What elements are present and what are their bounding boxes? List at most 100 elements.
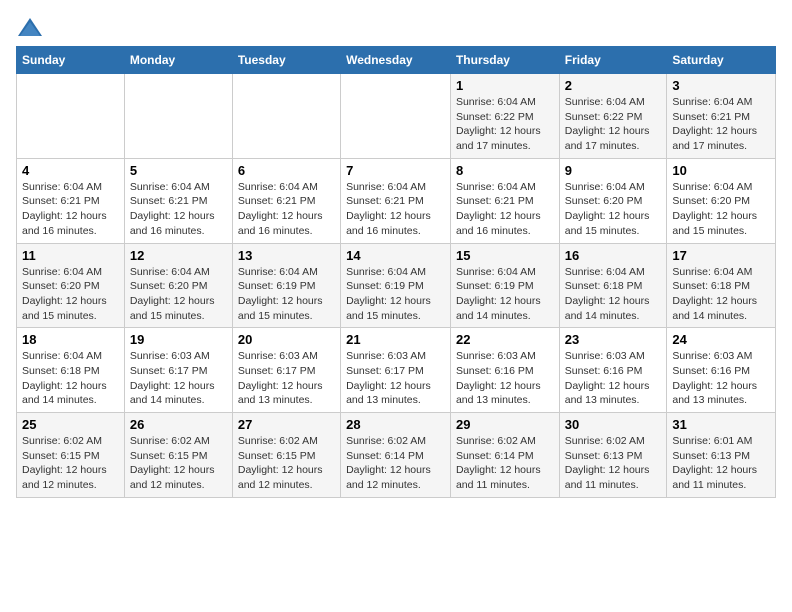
day-info: Sunrise: 6:01 AM Sunset: 6:13 PM Dayligh… bbox=[672, 434, 770, 493]
calendar-cell: 25 Sunrise: 6:02 AM Sunset: 6:15 PM Dayli… bbox=[17, 413, 125, 498]
calendar-cell: 1Sunrise: 6:04 AM Sunset: 6:22 PM Daylig… bbox=[450, 74, 559, 159]
header-wednesday: Wednesday bbox=[341, 47, 451, 74]
week-row-1: 1 Sunrise: 6:04 AM Sunset: 6:22 PM Daylig… bbox=[17, 74, 776, 159]
calendar-cell: 22 Sunrise: 6:03 AM Sunset: 6:16 PM Dayli… bbox=[450, 328, 559, 413]
header-thursday: Thursday bbox=[450, 47, 559, 74]
calendar-cell: 14 Sunrise: 6:04 AM Sunset: 6:19 PM Dayli… bbox=[341, 243, 451, 328]
day-number: 14 bbox=[346, 248, 445, 263]
day-number: 29 bbox=[456, 417, 554, 432]
week-row-3: 11 Sunrise: 6:04 AM Sunset: 6:20 PM Dayli… bbox=[17, 243, 776, 328]
day-number: 3 bbox=[672, 78, 770, 93]
day-number: 7 bbox=[346, 163, 445, 178]
calendar-cell: 12Sunrise: 6:04 AM Sunset: 6:20 PM Dayli… bbox=[124, 243, 232, 328]
calendar-cell: 13Sunrise: 6:04 AM Sunset: 6:19 PM Dayli… bbox=[232, 243, 340, 328]
header bbox=[16, 16, 776, 38]
day-info: Sunrise: 6:03 AM Sunset: 6:17 PM Dayligh… bbox=[238, 349, 335, 408]
day-number: 15 bbox=[456, 248, 554, 263]
day-number: 10 bbox=[672, 163, 770, 178]
day-number: 27 bbox=[238, 417, 335, 432]
day-info: Sunrise: 6:04 AM Sunset: 6:21 PM Dayligh… bbox=[130, 180, 227, 239]
calendar-cell: 17 Sunrise: 6:04 AM Sunset: 6:18 PM Dayli… bbox=[667, 243, 776, 328]
calendar-cell: 26Sunrise: 6:02 AM Sunset: 6:15 PM Dayli… bbox=[124, 413, 232, 498]
day-info: Sunrise: 6:03 AM Sunset: 6:17 PM Dayligh… bbox=[346, 349, 445, 408]
calendar-cell: 28 Sunrise: 6:02 AM Sunset: 6:14 PM Dayli… bbox=[341, 413, 451, 498]
calendar-cell bbox=[341, 74, 451, 159]
day-info: Sunrise: 6:02 AM Sunset: 6:15 PM Dayligh… bbox=[130, 434, 227, 493]
logo bbox=[16, 16, 48, 38]
day-number: 11 bbox=[22, 248, 119, 263]
day-number: 18 bbox=[22, 332, 119, 347]
day-number: 6 bbox=[238, 163, 335, 178]
day-info: Sunrise: 6:02 AM Sunset: 6:15 PM Dayligh… bbox=[22, 434, 119, 493]
day-info: Sunrise: 6:04 AM Sunset: 6:19 PM Dayligh… bbox=[238, 265, 335, 324]
calendar-cell: 9 Sunrise: 6:04 AM Sunset: 6:20 PM Daylig… bbox=[559, 158, 667, 243]
day-info: Sunrise: 6:04 AM Sunset: 6:21 PM Dayligh… bbox=[672, 95, 770, 154]
day-number: 20 bbox=[238, 332, 335, 347]
calendar-cell: 23 Sunrise: 6:03 AM Sunset: 6:16 PM Dayli… bbox=[559, 328, 667, 413]
calendar-cell: 3 Sunrise: 6:04 AM Sunset: 6:21 PM Daylig… bbox=[667, 74, 776, 159]
calendar-cell: 5 Sunrise: 6:04 AM Sunset: 6:21 PM Daylig… bbox=[124, 158, 232, 243]
generalblue-logo-icon bbox=[16, 16, 44, 38]
day-number: 30 bbox=[565, 417, 662, 432]
day-number: 8 bbox=[456, 163, 554, 178]
day-number: 31 bbox=[672, 417, 770, 432]
day-info: Sunrise: 6:04 AM Sunset: 6:21 PM Dayligh… bbox=[346, 180, 445, 239]
week-row-5: 25 Sunrise: 6:02 AM Sunset: 6:15 PM Dayli… bbox=[17, 413, 776, 498]
calendar-cell: 19 Sunrise: 6:03 AM Sunset: 6:17 PM Dayli… bbox=[124, 328, 232, 413]
week-row-4: 18 Sunrise: 6:04 AM Sunset: 6:18 PM Dayli… bbox=[17, 328, 776, 413]
day-info: Sunrise: 6:02 AM Sunset: 6:15 PM Dayligh… bbox=[238, 434, 335, 493]
day-info: Sunrise: 6:02 AM Sunset: 6:14 PM Dayligh… bbox=[456, 434, 554, 493]
day-info: Sunrise: 6:04 AM Sunset: 6:21 PM Dayligh… bbox=[238, 180, 335, 239]
calendar-cell: 16 Sunrise: 6:04 AM Sunset: 6:18 PM Dayli… bbox=[559, 243, 667, 328]
header-tuesday: Tuesday bbox=[232, 47, 340, 74]
calendar-cell: 10Sunrise: 6:04 AM Sunset: 6:20 PM Dayli… bbox=[667, 158, 776, 243]
header-monday: Monday bbox=[124, 47, 232, 74]
day-info: Sunrise: 6:03 AM Sunset: 6:16 PM Dayligh… bbox=[565, 349, 662, 408]
day-number: 1 bbox=[456, 78, 554, 93]
day-info: Sunrise: 6:04 AM Sunset: 6:19 PM Dayligh… bbox=[456, 265, 554, 324]
day-number: 25 bbox=[22, 417, 119, 432]
calendar-header-row: SundayMondayTuesdayWednesdayThursdayFrid… bbox=[17, 47, 776, 74]
calendar-cell bbox=[17, 74, 125, 159]
day-info: Sunrise: 6:04 AM Sunset: 6:20 PM Dayligh… bbox=[22, 265, 119, 324]
day-info: Sunrise: 6:04 AM Sunset: 6:18 PM Dayligh… bbox=[672, 265, 770, 324]
day-number: 17 bbox=[672, 248, 770, 263]
day-info: Sunrise: 6:03 AM Sunset: 6:17 PM Dayligh… bbox=[130, 349, 227, 408]
day-number: 4 bbox=[22, 163, 119, 178]
calendar-cell: 8 Sunrise: 6:04 AM Sunset: 6:21 PM Daylig… bbox=[450, 158, 559, 243]
day-info: Sunrise: 6:02 AM Sunset: 6:14 PM Dayligh… bbox=[346, 434, 445, 493]
day-number: 19 bbox=[130, 332, 227, 347]
calendar-cell: 29 Sunrise: 6:02 AM Sunset: 6:14 PM Dayli… bbox=[450, 413, 559, 498]
calendar-cell bbox=[232, 74, 340, 159]
day-number: 16 bbox=[565, 248, 662, 263]
day-number: 9 bbox=[565, 163, 662, 178]
header-friday: Friday bbox=[559, 47, 667, 74]
calendar-cell: 21 Sunrise: 6:03 AM Sunset: 6:17 PM Dayli… bbox=[341, 328, 451, 413]
day-info: Sunrise: 6:04 AM Sunset: 6:18 PM Dayligh… bbox=[22, 349, 119, 408]
header-saturday: Saturday bbox=[667, 47, 776, 74]
day-number: 22 bbox=[456, 332, 554, 347]
calendar-cell: 31 Sunrise: 6:01 AM Sunset: 6:13 PM Dayli… bbox=[667, 413, 776, 498]
day-number: 24 bbox=[672, 332, 770, 347]
day-info: Sunrise: 6:04 AM Sunset: 6:22 PM Dayligh… bbox=[565, 95, 662, 154]
day-info: Sunrise: 6:03 AM Sunset: 6:16 PM Dayligh… bbox=[456, 349, 554, 408]
day-number: 5 bbox=[130, 163, 227, 178]
calendar-cell: 24Sunrise: 6:03 AM Sunset: 6:16 PM Dayli… bbox=[667, 328, 776, 413]
calendar-cell: 20 Sunrise: 6:03 AM Sunset: 6:17 PM Dayli… bbox=[232, 328, 340, 413]
calendar-cell: 7 Sunrise: 6:04 AM Sunset: 6:21 PM Daylig… bbox=[341, 158, 451, 243]
day-info: Sunrise: 6:04 AM Sunset: 6:18 PM Dayligh… bbox=[565, 265, 662, 324]
header-sunday: Sunday bbox=[17, 47, 125, 74]
calendar-cell: 15 Sunrise: 6:04 AM Sunset: 6:19 PM Dayli… bbox=[450, 243, 559, 328]
calendar-cell: 11 Sunrise: 6:04 AM Sunset: 6:20 PM Dayli… bbox=[17, 243, 125, 328]
day-number: 21 bbox=[346, 332, 445, 347]
day-info: Sunrise: 6:04 AM Sunset: 6:21 PM Dayligh… bbox=[456, 180, 554, 239]
day-info: Sunrise: 6:04 AM Sunset: 6:20 PM Dayligh… bbox=[565, 180, 662, 239]
day-number: 2 bbox=[565, 78, 662, 93]
day-number: 23 bbox=[565, 332, 662, 347]
day-number: 28 bbox=[346, 417, 445, 432]
day-info: Sunrise: 6:02 AM Sunset: 6:13 PM Dayligh… bbox=[565, 434, 662, 493]
calendar-cell: 2 Sunrise: 6:04 AM Sunset: 6:22 PM Daylig… bbox=[559, 74, 667, 159]
week-row-2: 4 Sunrise: 6:04 AM Sunset: 6:21 PM Daylig… bbox=[17, 158, 776, 243]
day-info: Sunrise: 6:04 AM Sunset: 6:19 PM Dayligh… bbox=[346, 265, 445, 324]
calendar-cell: 6 Sunrise: 6:04 AM Sunset: 6:21 PM Daylig… bbox=[232, 158, 340, 243]
